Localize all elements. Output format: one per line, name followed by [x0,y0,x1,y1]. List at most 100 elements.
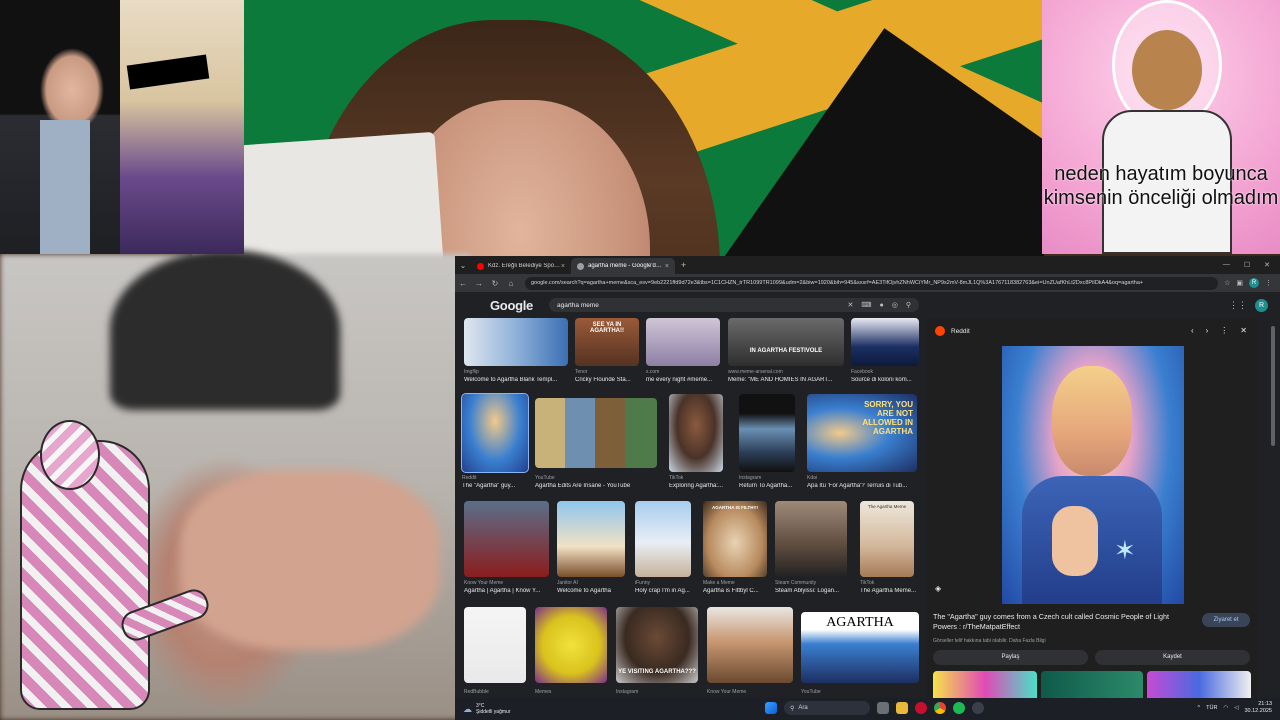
lens-icon[interactable]: ◈ [935,584,941,593]
result-thumbnail[interactable] [464,318,568,366]
result-caption[interactable]: The "Agartha" guy... [462,483,528,489]
result-thumbnail[interactable]: AGARTHA IS FILTHY! [703,501,767,577]
result-thumbnail[interactable]: SORRY, YOU ARE NOT ALLOWED IN AGARTHA [807,394,917,472]
result-thumbnail[interactable] [535,398,657,468]
close-icon[interactable]: ✕ [1240,326,1247,335]
file-explorer-icon[interactable] [896,702,908,714]
panel-source[interactable]: Reddit [935,326,970,336]
result-thumbnail[interactable]: AGARTHA [801,612,919,683]
result-thumbnail[interactable] [669,394,723,472]
plus-icon[interactable]: + [681,260,686,270]
google-logo[interactable]: Google [490,298,533,313]
related-image[interactable] [933,671,1037,698]
lens-icon[interactable]: ◎ [892,301,898,309]
star-icon[interactable]: ☆ [1224,279,1230,287]
task-view-icon[interactable] [877,702,889,714]
result-tile[interactable]: Janitor AI Welcome to Agartha [557,501,625,597]
result-tile[interactable]: iFunny Holy crap I'm in Ag... [635,501,691,597]
result-caption[interactable]: Source di koloni kom... [851,377,919,383]
result-tile[interactable]: YouTube Agartha Edits Are Insane - YouTu… [535,398,657,494]
clock[interactable]: 21:13 30.12.2025 [1244,701,1272,715]
taskbar-search[interactable]: ⚲ Ara [784,701,870,715]
result-caption[interactable]: me every night #meme... [646,377,720,383]
result-caption[interactable]: Meme: "ME AND HOMIES IN AGART... [728,377,844,383]
back-icon[interactable]: ← [455,279,471,288]
result-tile-selected[interactable]: Reddit The "Agartha" guy... [461,393,529,494]
result-tile[interactable]: Know Your Meme Agartha | Agartha | Know … [464,501,549,597]
result-thumbnail[interactable]: YE VISITING AGARTHA??? [616,607,698,683]
visit-button[interactable]: Ziyaret et [1202,613,1250,627]
tab-google-search[interactable]: agartha meme - Google'da Ara × [571,258,675,274]
result-tile[interactable]: RedBubble [464,607,526,698]
result-tile[interactable]: Imgflip Welcome to Agartha Blank Templ..… [464,318,568,388]
result-caption[interactable]: Exploring Agartha:... [669,483,729,489]
result-caption[interactable]: Welcome to Agartha Blank Templ... [464,377,568,383]
opera-icon[interactable] [915,702,927,714]
account-avatar[interactable]: R [1255,298,1268,312]
keyboard-icon[interactable]: ⌨ [861,301,871,309]
result-tile[interactable]: SORRY, YOU ARE NOT ALLOWED IN AGARTHA Kd… [807,394,917,494]
reload-icon[interactable]: ↻ [487,279,503,288]
result-thumbnail[interactable] [775,501,847,577]
result-tile[interactable]: Instagram Return To Agartha... [739,394,795,494]
result-tile[interactable]: TikTok Exploring Agartha:... [669,394,723,494]
mic-icon[interactable]: ● [880,302,884,309]
maximize-icon[interactable]: ☐ [1244,261,1250,269]
close-window-icon[interactable]: ✕ [1264,261,1270,269]
result-caption[interactable]: Apa Itu 'For Agartha'? Terruis di Tub... [807,483,917,489]
chevron-left-icon[interactable]: ‹ [1191,326,1194,335]
related-image[interactable] [1147,671,1251,698]
forward-icon[interactable]: → [471,279,487,288]
result-caption[interactable]: Agartha | Agartha | Know Y... [464,588,549,594]
result-thumbnail[interactable] [739,394,795,472]
volume-icon[interactable]: ◁ [1234,705,1238,711]
github-icon[interactable] [972,702,984,714]
menu-icon[interactable]: ⋮ [1265,279,1272,287]
result-caption[interactable]: The Agartha Meme... [860,588,920,594]
result-caption[interactable]: Welcome to Agartha [557,588,625,594]
url-field[interactable]: google.com/search?q=agartha+meme&sca_esv… [525,276,1219,290]
result-tile[interactable]: AGARTHA IS FILTHY! Make a Meme Agartha i… [703,501,767,597]
result-tile[interactable]: Know Your Meme [707,607,793,698]
preview-title[interactable]: The "Agartha" guy comes from a Czech cul… [933,612,1183,632]
search-box[interactable]: agartha meme ✕ ⌨ ● ◎ ⚲ [548,298,919,312]
share-button[interactable]: Paylaş [933,650,1088,665]
windows-start-icon[interactable] [765,702,777,714]
result-tile[interactable]: Memes [535,607,607,698]
chrome-icon[interactable] [934,702,946,714]
more-icon[interactable]: ⋮ [1220,326,1228,335]
apps-grid-icon[interactable]: ⋮⋮ [1229,300,1247,311]
result-caption[interactable]: Agartha Edits Are Insane - YouTube [535,483,657,489]
result-thumbnail[interactable] [464,607,526,683]
minimize-icon[interactable]: — [1223,261,1230,269]
result-thumbnail[interactable] [646,318,720,366]
chevron-right-icon[interactable]: › [1206,326,1209,335]
result-thumbnail[interactable] [635,501,691,577]
tab-list-icon[interactable]: ⌄ [455,261,471,270]
result-thumbnail[interactable]: The Agartha Meme [860,501,914,577]
clear-icon[interactable]: ✕ [848,301,854,309]
result-tile[interactable]: AGARTHA YouTube [801,612,919,698]
result-tile[interactable]: Steam Community Steam Ablyissi: Logan... [775,501,847,597]
result-tile[interactable]: SEE YA IN AGARTHA!! Tenor Cricky Flourid… [575,318,639,388]
search-icon[interactable]: ⚲ [906,301,911,309]
result-thumbnail[interactable] [851,318,919,366]
weather-widget[interactable]: ☁ 3°C Şiddetli yağmur [463,703,510,715]
result-caption[interactable]: Steam Ablyissi: Logan... [775,588,847,594]
spotify-icon[interactable] [953,702,965,714]
result-thumbnail[interactable]: SEE YA IN AGARTHA!! [575,318,639,366]
tab-youtube[interactable]: Kdz. Ereğli Belediye Spor - Zon × [471,258,571,274]
result-caption[interactable]: Cricky Flouride Sta... [575,377,639,383]
result-thumbnail[interactable] [707,607,793,683]
close-icon[interactable]: × [561,263,565,270]
result-thumbnail[interactable] [557,501,625,577]
save-button[interactable]: Kaydet [1095,650,1250,665]
scrollbar[interactable] [1270,318,1276,698]
language-indicator[interactable]: TÜR [1206,705,1217,711]
close-icon[interactable]: × [665,263,669,270]
result-thumbnail[interactable] [535,607,607,683]
home-icon[interactable]: ⌂ [503,279,519,288]
result-thumbnail[interactable]: IN AGARTHA FESTIVOLE [728,318,844,366]
chevron-up-icon[interactable]: ^ [1198,705,1201,711]
result-tile[interactable]: YE VISITING AGARTHA??? Instagram [616,607,698,698]
